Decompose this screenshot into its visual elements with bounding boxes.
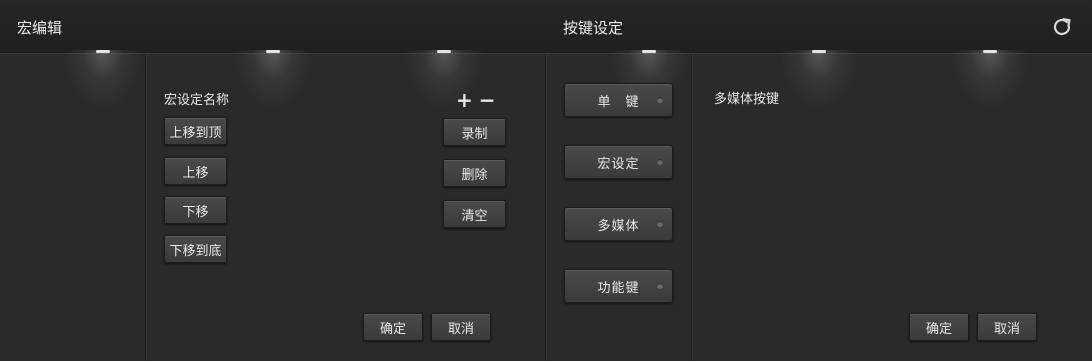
function-key-tab[interactable]: 功能键 <box>564 269 673 303</box>
spotlight-decoration <box>950 50 1030 110</box>
macro-cancel-button[interactable]: 取消 <box>431 313 491 341</box>
macro-confirm-button[interactable]: 确定 <box>363 313 423 341</box>
function-key-label: 功能键 <box>597 280 640 296</box>
remove-macro-button[interactable]: − <box>479 88 502 112</box>
key-settings-header: 按键设定 <box>546 0 1092 54</box>
macro-setting-label: 宏设定 <box>597 156 640 172</box>
move-to-top-button[interactable]: 上移到顶 <box>164 117 227 145</box>
divider <box>691 54 692 361</box>
indicator-dot <box>657 221 663 227</box>
indicator-dot <box>657 159 663 165</box>
divider <box>545 54 546 361</box>
spotlight-decoration <box>63 50 143 110</box>
single-key-tab[interactable]: 单 键 <box>564 83 673 117</box>
spotlight-decoration <box>233 50 313 110</box>
multimedia-tab[interactable]: 多媒体 <box>564 207 673 241</box>
move-up-button[interactable]: 上移 <box>164 157 227 185</box>
divider <box>145 54 146 361</box>
single-key-label: 单 键 <box>597 94 640 110</box>
move-to-bottom-button[interactable]: 下移到底 <box>164 235 227 263</box>
indicator-dot <box>657 97 663 103</box>
add-remove-controls: +− <box>456 88 502 112</box>
multimedia-keys-label: 多媒体按键 <box>714 92 780 107</box>
keys-confirm-button[interactable]: 确定 <box>909 313 969 341</box>
macro-editor-title: 宏编辑 <box>17 19 63 37</box>
add-macro-button[interactable]: + <box>456 88 479 112</box>
keys-cancel-button[interactable]: 取消 <box>977 313 1037 341</box>
clear-button[interactable]: 清空 <box>443 200 506 228</box>
multimedia-label: 多媒体 <box>597 218 640 234</box>
move-down-button[interactable]: 下移 <box>164 196 227 224</box>
refresh-icon[interactable] <box>1050 15 1074 39</box>
key-settings-title: 按键设定 <box>563 19 624 37</box>
macro-editor-header: 宏编辑 <box>0 0 546 54</box>
indicator-dot <box>657 283 663 289</box>
record-button[interactable]: 录制 <box>443 118 506 146</box>
spotlight-decoration <box>779 50 859 110</box>
macro-setting-tab[interactable]: 宏设定 <box>564 145 673 179</box>
macro-name-label: 宏设定名称 <box>164 93 230 108</box>
delete-button[interactable]: 删除 <box>443 159 506 187</box>
